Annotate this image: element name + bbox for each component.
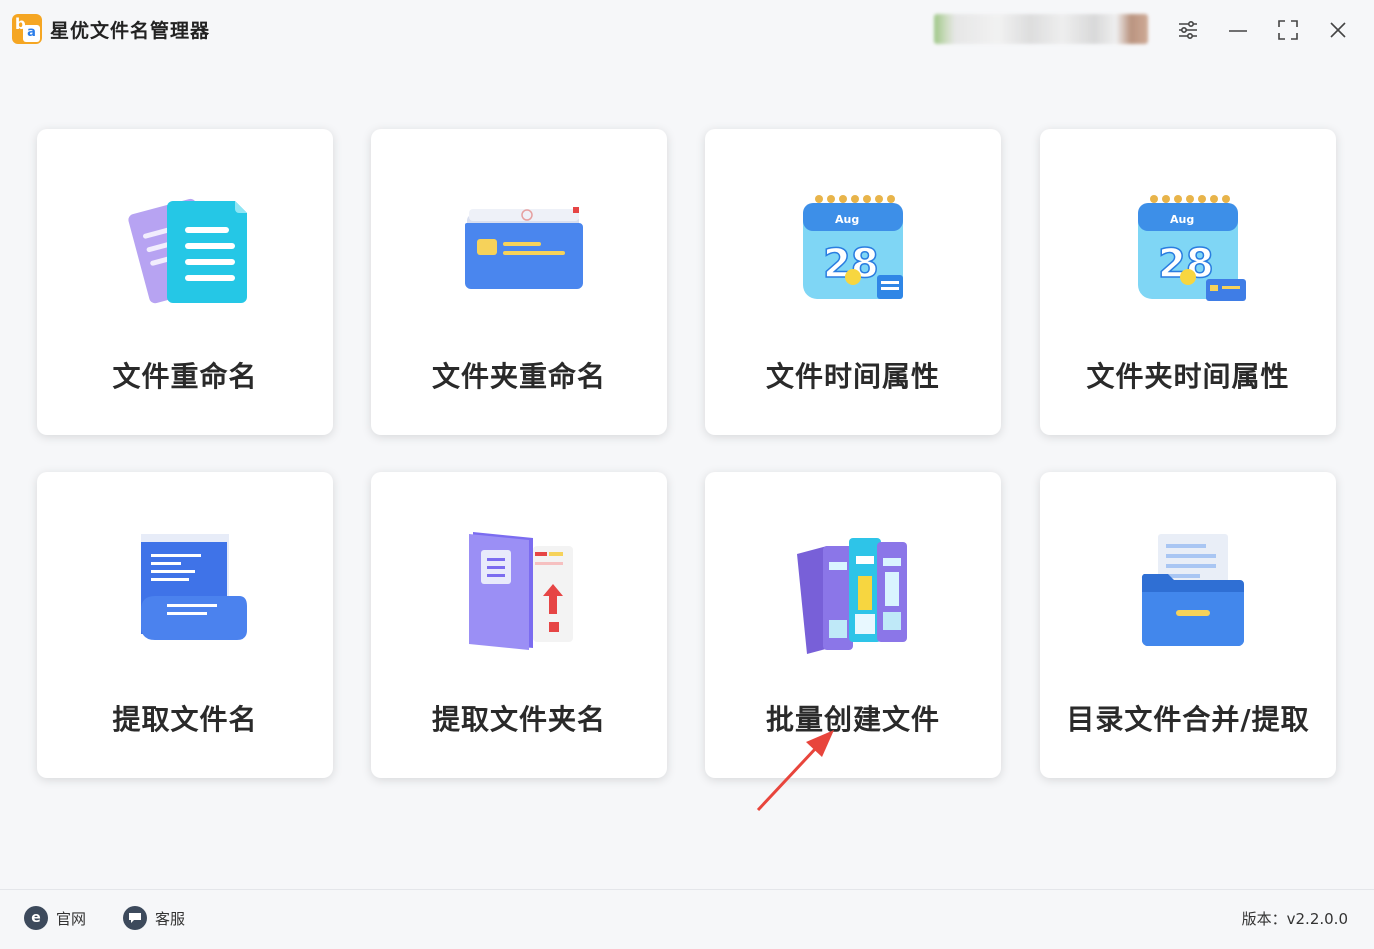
version-text: 版本：v2.2.0.0 [1241, 910, 1348, 928]
chat-bubble-icon [123, 906, 147, 930]
browser-e-icon: e [24, 906, 48, 930]
file-drawer-icon [1141, 534, 1244, 646]
calendar-folder-icon: Aug 28 [1138, 195, 1246, 301]
card-extract-file-names[interactable]: 提取文件名 [37, 472, 333, 778]
card-label: 提取文件夹名 [431, 703, 606, 736]
minimize-icon [1229, 30, 1247, 32]
card-label: 批量创建文件 [765, 703, 940, 736]
card-label: 目录文件合并/提取 [1066, 703, 1310, 736]
logo-letter-a: a [23, 25, 40, 42]
card-label: 提取文件名 [112, 703, 258, 736]
svg-text:Aug: Aug [835, 213, 859, 226]
card-label: 文件夹时间属性 [1086, 360, 1290, 393]
card-file-rename[interactable]: 文件重命名 [37, 129, 333, 435]
folder-upload-icon [469, 532, 573, 650]
scroll-document-icon [141, 534, 247, 640]
minimize-button[interactable] [1222, 14, 1254, 46]
settings-button[interactable] [1172, 14, 1204, 46]
card-batch-create-files[interactable]: 批量创建文件 [705, 472, 1001, 778]
card-merge-extract-directory-files[interactable]: 目录文件合并/提取 [1040, 472, 1336, 778]
maximize-button[interactable] [1272, 14, 1304, 46]
binders-icon [797, 538, 907, 654]
support-label: 客服 [155, 909, 186, 928]
card-extract-folder-names[interactable]: 提取文件夹名 [371, 472, 667, 778]
footer-divider [0, 889, 1374, 890]
support-link[interactable]: 客服 [123, 906, 185, 930]
calendar-file-icon: Aug 28 [803, 195, 903, 299]
app-title: 星优文件名管理器 [50, 20, 211, 42]
card-folder-time-attributes[interactable]: Aug 28 文件夹时间属性 [1040, 129, 1336, 435]
card-folder-rename[interactable]: 文件夹重命名 [371, 129, 667, 435]
website-link[interactable]: e 官网 [24, 906, 86, 930]
folder-icon [463, 207, 583, 289]
documents-icon [128, 198, 247, 304]
close-button[interactable] [1322, 14, 1354, 46]
card-file-time-attributes[interactable]: Aug 28 文件时间属性 [705, 129, 1001, 435]
close-icon [1330, 22, 1346, 38]
maximize-icon [1278, 20, 1298, 40]
user-account-blurred[interactable] [934, 14, 1148, 44]
card-label: 文件夹重命名 [431, 360, 606, 393]
card-label: 文件重命名 [112, 360, 258, 393]
svg-text:Aug: Aug [1170, 213, 1194, 226]
website-label: 官网 [56, 909, 87, 928]
card-label: 文件时间属性 [765, 360, 940, 393]
app-logo: b a [12, 14, 42, 44]
settings-sliders-icon [1179, 20, 1197, 40]
title-bar: b a 星优文件名管理器 [0, 0, 1374, 60]
